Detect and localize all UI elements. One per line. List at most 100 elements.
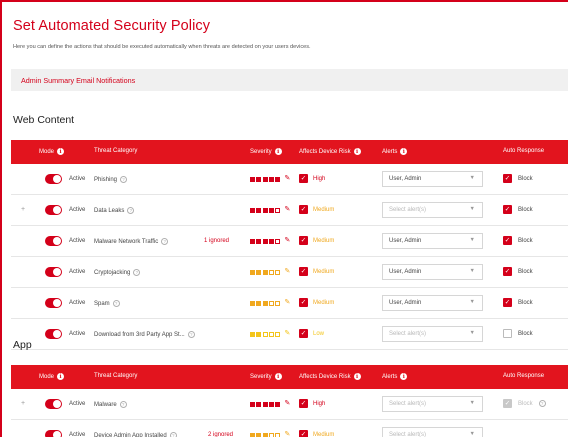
help-icon[interactable]: ? <box>120 176 128 183</box>
help-icon[interactable]: ? <box>538 400 546 407</box>
severity-square <box>275 331 281 337</box>
alerts-select[interactable]: Select alert(s) ▼ <box>382 427 483 437</box>
info-icon[interactable]: i <box>400 373 408 380</box>
risk-checkbox[interactable]: ✓ <box>299 267 308 276</box>
block-checkbox[interactable]: ✓ <box>503 205 512 214</box>
risk-checkbox[interactable]: ✓ <box>299 399 308 408</box>
threat-category: Data Leaks? <box>94 207 135 214</box>
threat-category: Device Admin App Installed? <box>94 432 177 437</box>
edit-pencil-icon[interactable]: ✎ <box>284 299 290 306</box>
edit-pencil-icon[interactable]: ✎ <box>284 206 290 213</box>
edit-pencil-icon[interactable]: ✎ <box>284 330 290 337</box>
alerts-column-header-label: Alerts <box>382 148 398 155</box>
alerts-select[interactable]: User, Admin ▼ <box>382 295 483 311</box>
threat-category: Phishing? <box>94 176 128 183</box>
severity-square <box>262 207 268 213</box>
auto-response: ✓ Block <box>503 205 533 214</box>
info-icon[interactable]: i <box>353 373 361 380</box>
expand-icon[interactable]: + <box>21 206 25 213</box>
chevron-down-icon: ▼ <box>469 237 475 243</box>
severity-square <box>250 331 255 337</box>
ignored-count[interactable]: 2 ignored <box>208 432 233 437</box>
severity-square <box>256 207 262 213</box>
risk-level-label: Low <box>313 330 325 337</box>
mode-toggle[interactable] <box>45 430 62 437</box>
affects-risk: ✓ Medium <box>299 430 334 437</box>
help-icon[interactable]: ? <box>127 207 135 214</box>
ignored-count[interactable]: 1 ignored <box>204 238 229 244</box>
risk-level-label: High <box>313 175 326 182</box>
info-icon[interactable]: i <box>57 148 65 155</box>
info-icon[interactable]: i <box>274 373 282 380</box>
severity-indicator: ✎ <box>250 400 290 407</box>
mode-toggle[interactable] <box>45 399 62 409</box>
info-icon[interactable]: i <box>274 148 282 155</box>
help-icon[interactable]: ? <box>133 269 141 276</box>
edit-pencil-icon[interactable]: ✎ <box>284 431 290 437</box>
alerts-select-value: Select alert(s) <box>389 432 427 437</box>
mode-label: Active <box>69 207 86 213</box>
block-checkbox[interactable]: ✓ <box>503 236 512 245</box>
alerts-select[interactable]: User, Admin ▼ <box>382 264 483 280</box>
severity-square <box>262 331 268 337</box>
mode-toggle[interactable] <box>45 205 62 215</box>
alerts-select[interactable]: User, Admin ▼ <box>382 233 483 249</box>
threat-category-label: Cryptojacking <box>94 269 131 276</box>
risk-level-label: Medium <box>313 237 335 244</box>
block-checkbox[interactable]: ✓ <box>503 298 512 307</box>
mode-toggle[interactable] <box>45 298 62 308</box>
mode-toggle[interactable] <box>45 174 62 184</box>
affects-risk: ✓ Medium <box>299 267 334 276</box>
threat-category: Cryptojacking? <box>94 269 141 276</box>
mode-toggle[interactable] <box>45 267 62 277</box>
risk-checkbox[interactable]: ✓ <box>299 430 308 437</box>
severity-square <box>268 238 274 244</box>
edit-pencil-icon[interactable]: ✎ <box>284 400 290 407</box>
alerts-column-header: Alerts i <box>382 148 408 155</box>
risk-checkbox[interactable]: ✓ <box>299 236 308 245</box>
risk-checkbox[interactable]: ✓ <box>299 205 308 214</box>
edit-pencil-icon[interactable]: ✎ <box>284 268 290 275</box>
severity-indicator: ✎ <box>250 175 290 182</box>
severity-square <box>268 176 274 182</box>
mode-label: Active <box>69 238 86 244</box>
block-checkbox[interactable] <box>503 329 512 338</box>
edit-pencil-icon[interactable]: ✎ <box>284 175 290 182</box>
mode-toggle[interactable] <box>45 329 62 339</box>
alerts-select[interactable]: Select alert(s) ▼ <box>382 202 483 218</box>
help-icon[interactable]: ? <box>112 300 120 307</box>
alerts-select[interactable]: Select alert(s) ▼ <box>382 326 483 342</box>
severity-square <box>262 401 268 407</box>
help-icon[interactable]: ? <box>119 401 127 408</box>
info-icon[interactable]: i <box>57 373 65 380</box>
severity-square <box>256 331 262 337</box>
severity-indicator: ✎ <box>250 268 290 275</box>
severity-column-header-label: Severity <box>250 373 272 380</box>
help-icon[interactable]: ? <box>161 238 169 245</box>
mode-column-header-label: Mode <box>39 148 55 155</box>
block-label: Block <box>518 237 533 244</box>
admin-summary-label[interactable]: Admin Summary Email Notifications <box>21 76 135 85</box>
risk-checkbox[interactable]: ✓ <box>299 329 308 338</box>
alerts-select[interactable]: User, Admin ▼ <box>382 171 483 187</box>
help-icon[interactable]: ? <box>187 331 195 338</box>
severity-square <box>262 269 268 275</box>
mode-toggle[interactable] <box>45 236 62 246</box>
threat-category-label: Data Leaks <box>94 207 125 214</box>
alerts-select-value: User, Admin <box>389 300 422 306</box>
admin-summary-bar[interactable]: Admin Summary Email Notifications <box>11 69 568 91</box>
risk-checkbox[interactable]: ✓ <box>299 298 308 307</box>
info-icon[interactable]: i <box>353 148 361 155</box>
block-checkbox[interactable]: ✓ <box>503 174 512 183</box>
risk-column-header-label: Affects Device Risk <box>299 373 351 380</box>
info-icon[interactable]: i <box>400 148 408 155</box>
alerts-select[interactable]: Select alert(s) ▼ <box>382 396 483 412</box>
edit-pencil-icon[interactable]: ✎ <box>284 237 290 244</box>
category-column-header: Threat Category <box>94 373 137 379</box>
block-checkbox[interactable]: ✓ <box>503 267 512 276</box>
risk-checkbox[interactable]: ✓ <box>299 174 308 183</box>
help-icon[interactable]: ? <box>169 432 177 437</box>
table-row: Active Download from 3rd Party App St...?… <box>11 319 568 350</box>
block-label: Block <box>518 299 533 306</box>
expand-icon[interactable]: + <box>21 400 25 407</box>
